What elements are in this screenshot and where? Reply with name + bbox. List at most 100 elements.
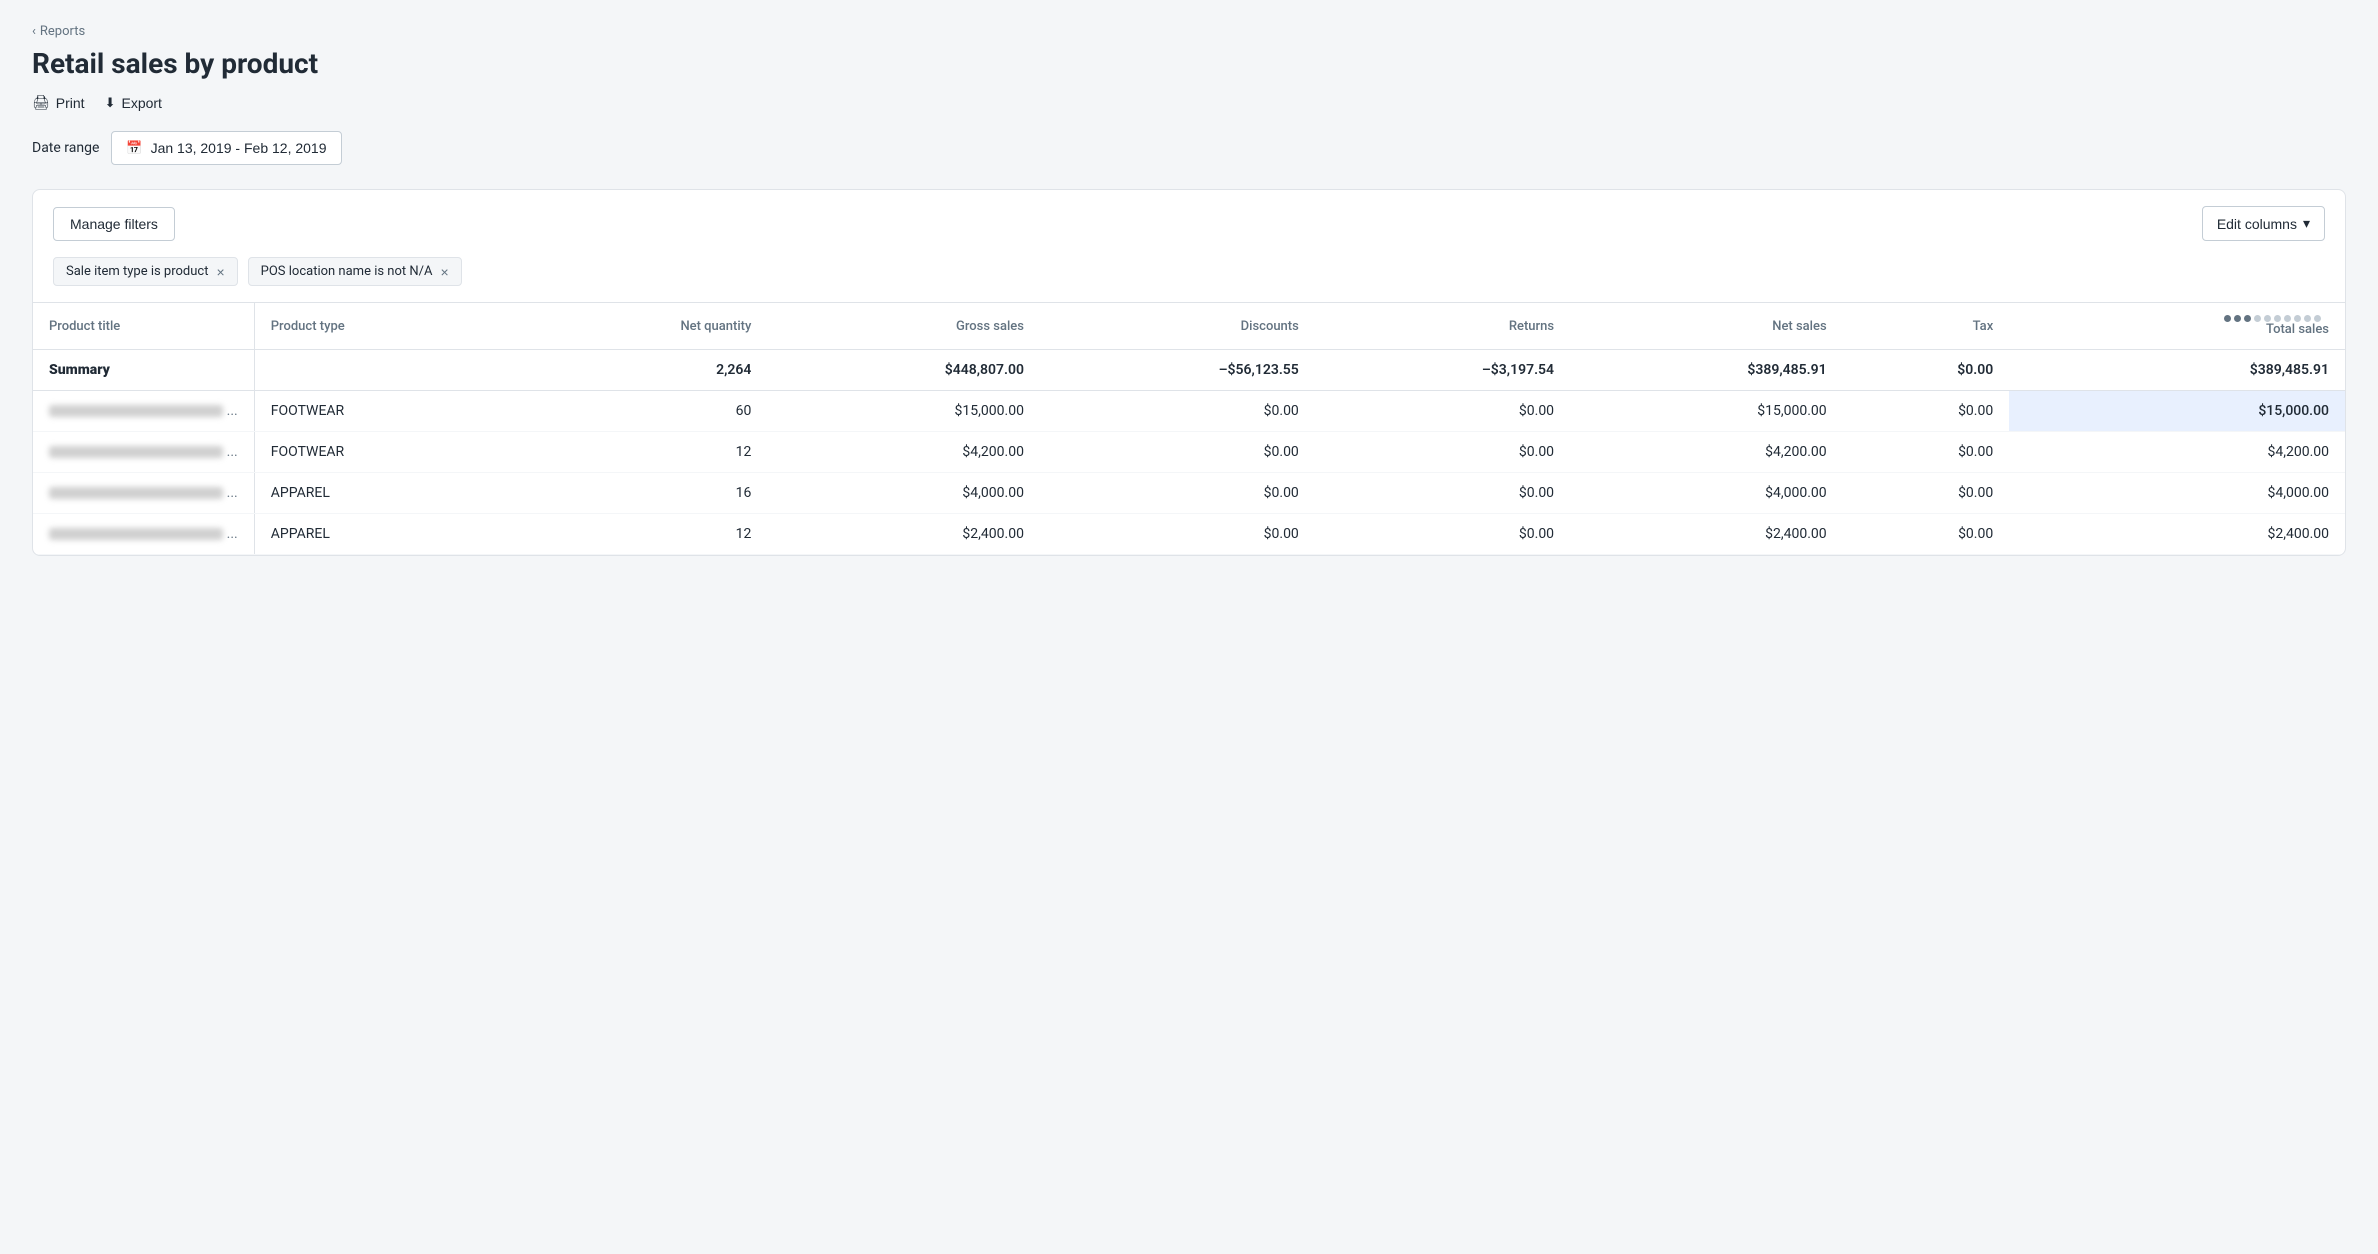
filter-tag-1-close[interactable]: × <box>216 265 224 279</box>
dot-2 <box>2234 315 2241 322</box>
edit-columns-button[interactable]: Edit columns ▾ <box>2202 206 2325 241</box>
filters-row: Sale item type is product × POS location… <box>33 257 2345 302</box>
summary-returns: –$3,197.54 <box>1315 350 1570 391</box>
page-title: Retail sales by product <box>32 47 2346 80</box>
back-nav-label: Reports <box>40 24 85 39</box>
dot-5 <box>2264 315 2271 322</box>
dot-9 <box>2304 315 2311 322</box>
filter-tag-2-label: POS location name is not N/A <box>261 264 433 279</box>
summary-discounts: –$56,123.55 <box>1040 350 1315 391</box>
summary-net-sales: $389,485.91 <box>1570 350 1843 391</box>
th-net-quantity: Net quantity <box>515 303 767 350</box>
cell-discounts: $0.00 <box>1040 432 1315 473</box>
blurred-product-name: Product Name Here Long Title <box>49 446 223 458</box>
product-title-cell[interactable]: Product Name Here Long Title ... <box>33 514 254 555</box>
th-total-sales: Total sales <box>2009 303 2345 350</box>
blurred-product-name: Product Name Here Long Title <box>49 487 223 499</box>
filter-tag-2-close[interactable]: × <box>440 265 448 279</box>
cell-net_quantity: 16 <box>515 473 767 514</box>
blurred-product-name: Product Name Here Long Title <box>49 405 223 417</box>
table-header-row: Product title Product type Net quantity … <box>33 303 2345 350</box>
th-product-title: Product title <box>33 303 254 350</box>
cell-product_type: FOOTWEAR <box>254 391 515 432</box>
product-title-cell[interactable]: Product Name Here Long Title ... <box>33 473 254 514</box>
back-nav[interactable]: ‹ Reports <box>32 24 2346 39</box>
product-title-cell[interactable]: Product Name Here Long Title ... <box>33 432 254 473</box>
summary-total-sales: $389,485.91 <box>2009 350 2345 391</box>
card-top: Manage filters Edit columns ▾ <box>33 190 2345 257</box>
filter-tag-1: Sale item type is product × <box>53 257 238 286</box>
product-name-ellipsis: ... <box>223 485 238 501</box>
cell-tax: $0.00 <box>1843 514 2010 555</box>
manage-filters-label: Manage filters <box>70 216 158 232</box>
th-tax: Tax <box>1843 303 2010 350</box>
blurred-product-name: Product Name Here Long Title <box>49 528 223 540</box>
cell-returns: $0.00 <box>1315 432 1570 473</box>
cell-returns: $0.00 <box>1315 473 1570 514</box>
product-name-ellipsis: ... <box>223 444 238 460</box>
cell-net_quantity: 12 <box>515 432 767 473</box>
cell-total_sales: $2,400.00 <box>2009 514 2345 555</box>
cell-product_type: APPAREL <box>254 514 515 555</box>
date-range-value: Jan 13, 2019 - Feb 12, 2019 <box>151 140 327 156</box>
summary-product-type <box>254 350 515 391</box>
cell-returns: $0.00 <box>1315 391 1570 432</box>
th-net-sales: Net sales <box>1570 303 1843 350</box>
cell-net_sales: $4,000.00 <box>1570 473 1843 514</box>
date-range-picker[interactable]: 📅 Jan 13, 2019 - Feb 12, 2019 <box>111 131 341 165</box>
dot-8 <box>2294 315 2301 322</box>
cell-gross_sales: $15,000.00 <box>767 391 1040 432</box>
table-row: Product Name Here Long Title ...FOOTWEAR… <box>33 391 2345 432</box>
print-button[interactable]: 🖨 Print <box>32 94 85 111</box>
summary-net-quantity: 2,264 <box>515 350 767 391</box>
cell-discounts: $0.00 <box>1040 391 1315 432</box>
summary-tax: $0.00 <box>1843 350 2010 391</box>
column-scroll-indicator <box>2025 315 2329 322</box>
print-label: Print <box>56 95 85 111</box>
table-row: Product Name Here Long Title ...FOOTWEAR… <box>33 432 2345 473</box>
cell-tax: $0.00 <box>1843 473 2010 514</box>
date-range-label: Date range <box>32 140 99 156</box>
cell-net_sales: $2,400.00 <box>1570 514 1843 555</box>
chevron-down-icon: ▾ <box>2303 215 2310 232</box>
dot-4 <box>2254 315 2261 322</box>
cell-total_sales: $4,200.00 <box>2009 432 2345 473</box>
chevron-left-icon: ‹ <box>32 24 36 39</box>
cell-net_quantity: 60 <box>515 391 767 432</box>
export-button[interactable]: ⬇ Export <box>105 95 162 111</box>
summary-row: Summary 2,264 $448,807.00 –$56,123.55 –$… <box>33 350 2345 391</box>
cell-gross_sales: $4,200.00 <box>767 432 1040 473</box>
summary-label: Summary <box>33 350 254 391</box>
cell-net_sales: $15,000.00 <box>1570 391 1843 432</box>
sales-table: Product title Product type Net quantity … <box>33 302 2345 555</box>
toolbar: 🖨 Print ⬇ Export <box>32 94 2346 111</box>
dot-6 <box>2274 315 2281 322</box>
th-discounts: Discounts <box>1040 303 1315 350</box>
cell-gross_sales: $4,000.00 <box>767 473 1040 514</box>
cell-discounts: $0.00 <box>1040 514 1315 555</box>
cell-tax: $0.00 <box>1843 391 2010 432</box>
cell-net_quantity: 12 <box>515 514 767 555</box>
cell-returns: $0.00 <box>1315 514 1570 555</box>
cell-product_type: FOOTWEAR <box>254 432 515 473</box>
summary-gross-sales: $448,807.00 <box>767 350 1040 391</box>
date-range-row: Date range 📅 Jan 13, 2019 - Feb 12, 2019 <box>32 131 2346 165</box>
table-row: Product Name Here Long Title ...APPAREL1… <box>33 514 2345 555</box>
manage-filters-button[interactable]: Manage filters <box>53 207 175 241</box>
dot-1 <box>2224 315 2231 322</box>
filter-tag-2: POS location name is not N/A × <box>248 257 462 286</box>
cell-product_type: APPAREL <box>254 473 515 514</box>
export-label: Export <box>121 95 161 111</box>
cell-discounts: $0.00 <box>1040 473 1315 514</box>
cell-total_sales: $4,000.00 <box>2009 473 2345 514</box>
dot-3 <box>2244 315 2251 322</box>
cell-net_sales: $4,200.00 <box>1570 432 1843 473</box>
th-returns: Returns <box>1315 303 1570 350</box>
export-icon: ⬇ <box>105 95 116 111</box>
table-row: Product Name Here Long Title ...APPAREL1… <box>33 473 2345 514</box>
cell-gross_sales: $2,400.00 <box>767 514 1040 555</box>
calendar-icon: 📅 <box>126 140 142 156</box>
product-title-cell[interactable]: Product Name Here Long Title ... <box>33 391 254 432</box>
print-icon: 🖨 <box>32 94 50 111</box>
main-card: Manage filters Edit columns ▾ Sale item … <box>32 189 2346 556</box>
